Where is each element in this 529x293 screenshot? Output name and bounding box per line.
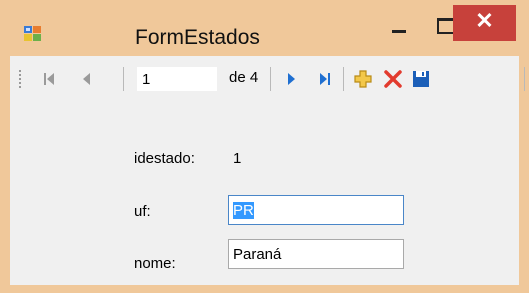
window-title: FormEstados (135, 26, 260, 49)
idestado-value: 1 (233, 150, 242, 167)
nome-label: nome: (134, 255, 176, 272)
add-new-icon[interactable] (352, 68, 374, 90)
move-next-icon[interactable] (281, 68, 303, 90)
record-count-label: de 4 (229, 69, 259, 86)
idestado-label: idestado: (134, 150, 195, 167)
close-icon: ✕ (475, 8, 494, 33)
toolbar-separator (524, 67, 525, 91)
move-last-icon[interactable] (315, 68, 337, 90)
toolbar-separator (270, 67, 271, 91)
app-form-icon (24, 26, 41, 41)
close-button[interactable]: ✕ (453, 5, 516, 41)
nome-field[interactable] (228, 239, 404, 269)
form-window: FormEstados ✕ de 4 (0, 0, 529, 293)
move-first-icon[interactable] (38, 68, 60, 90)
uf-field[interactable]: PR (228, 195, 404, 225)
toolstrip-grip[interactable] (19, 70, 22, 88)
title-bar[interactable]: FormEstados ✕ (0, 0, 529, 56)
minimize-button[interactable] (376, 8, 422, 48)
move-previous-icon[interactable] (76, 68, 98, 90)
form-client-area: de 4 idestado: (10, 56, 525, 285)
uf-field-value: PR (233, 202, 254, 219)
delete-icon[interactable] (382, 68, 404, 90)
uf-label: uf: (134, 203, 151, 220)
position-input[interactable] (137, 67, 217, 91)
toolbar-separator (123, 67, 124, 91)
save-icon[interactable] (410, 68, 432, 90)
binding-navigator: de 4 (10, 56, 525, 102)
toolbar-separator (343, 67, 344, 91)
